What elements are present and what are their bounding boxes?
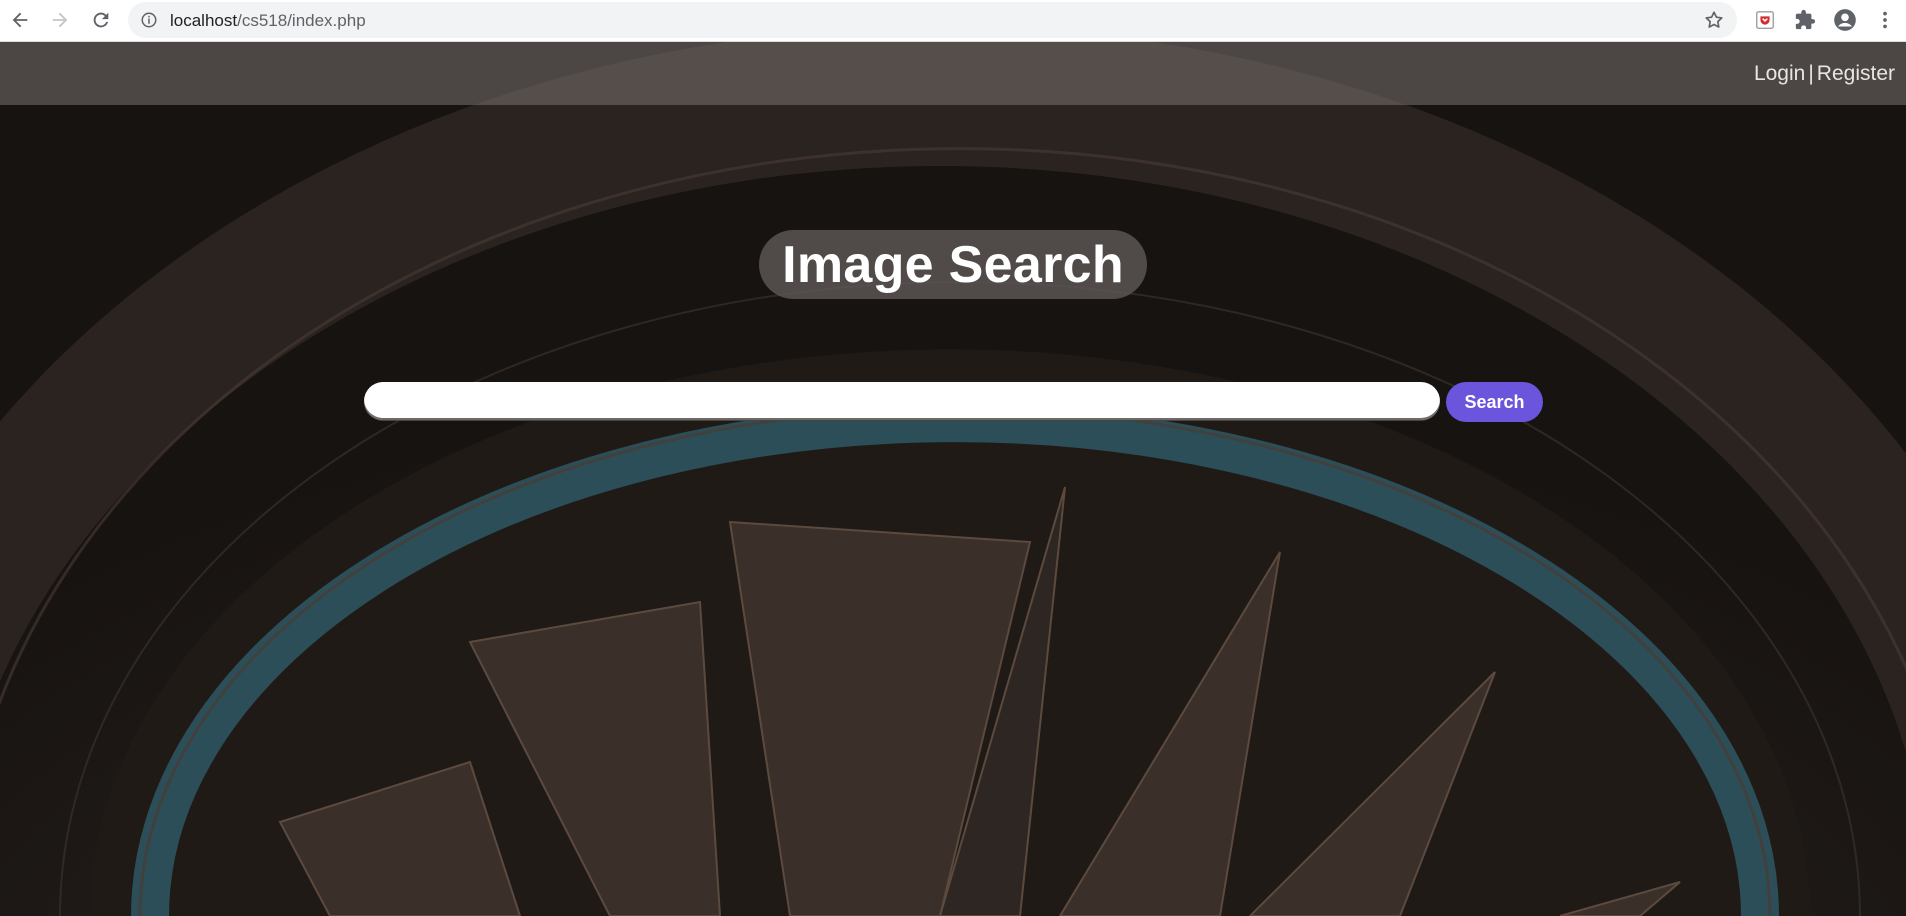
account-icon: [1834, 9, 1856, 31]
page: Login | Register Image Search Search: [0, 42, 1906, 916]
arrow-right-icon: [52, 12, 68, 28]
reload-button[interactable]: [87, 6, 115, 34]
browser-toolbar: localhost/cs518/index.php: [0, 0, 1906, 42]
search-button[interactable]: Search: [1446, 382, 1543, 422]
login-link[interactable]: Login: [1754, 62, 1805, 85]
address-bar[interactable]: localhost/cs518/index.php: [128, 2, 1737, 38]
info-icon[interactable]: [140, 11, 158, 29]
forward-button[interactable]: [46, 6, 74, 34]
pocket-icon: [1756, 11, 1774, 29]
turbine-background-image: [0, 42, 1906, 916]
top-navbar: Login | Register: [0, 42, 1906, 105]
auth-links: Login | Register: [1754, 42, 1895, 105]
star-icon[interactable]: [1703, 9, 1725, 31]
register-link[interactable]: Register: [1817, 62, 1895, 85]
auth-separator: |: [1808, 62, 1814, 85]
search-input[interactable]: [364, 382, 1440, 420]
puzzle-icon: [1795, 9, 1816, 30]
browser-menu-button[interactable]: [1872, 7, 1898, 33]
url-host: localhost: [170, 11, 238, 30]
page-title: Image Search: [782, 235, 1124, 294]
reload-icon: [93, 12, 109, 28]
arrow-left-icon: [12, 12, 28, 28]
profile-button[interactable]: [1832, 7, 1858, 33]
page-title-container: Image Search: [759, 230, 1147, 299]
url-path: /cs518/index.php: [237, 11, 366, 30]
pocket-extension-button[interactable]: [1752, 7, 1778, 33]
url-text: localhost/cs518/index.php: [170, 2, 366, 38]
kebab-menu-icon: [1883, 11, 1887, 29]
extensions-button[interactable]: [1792, 7, 1818, 33]
back-button[interactable]: [6, 6, 34, 34]
